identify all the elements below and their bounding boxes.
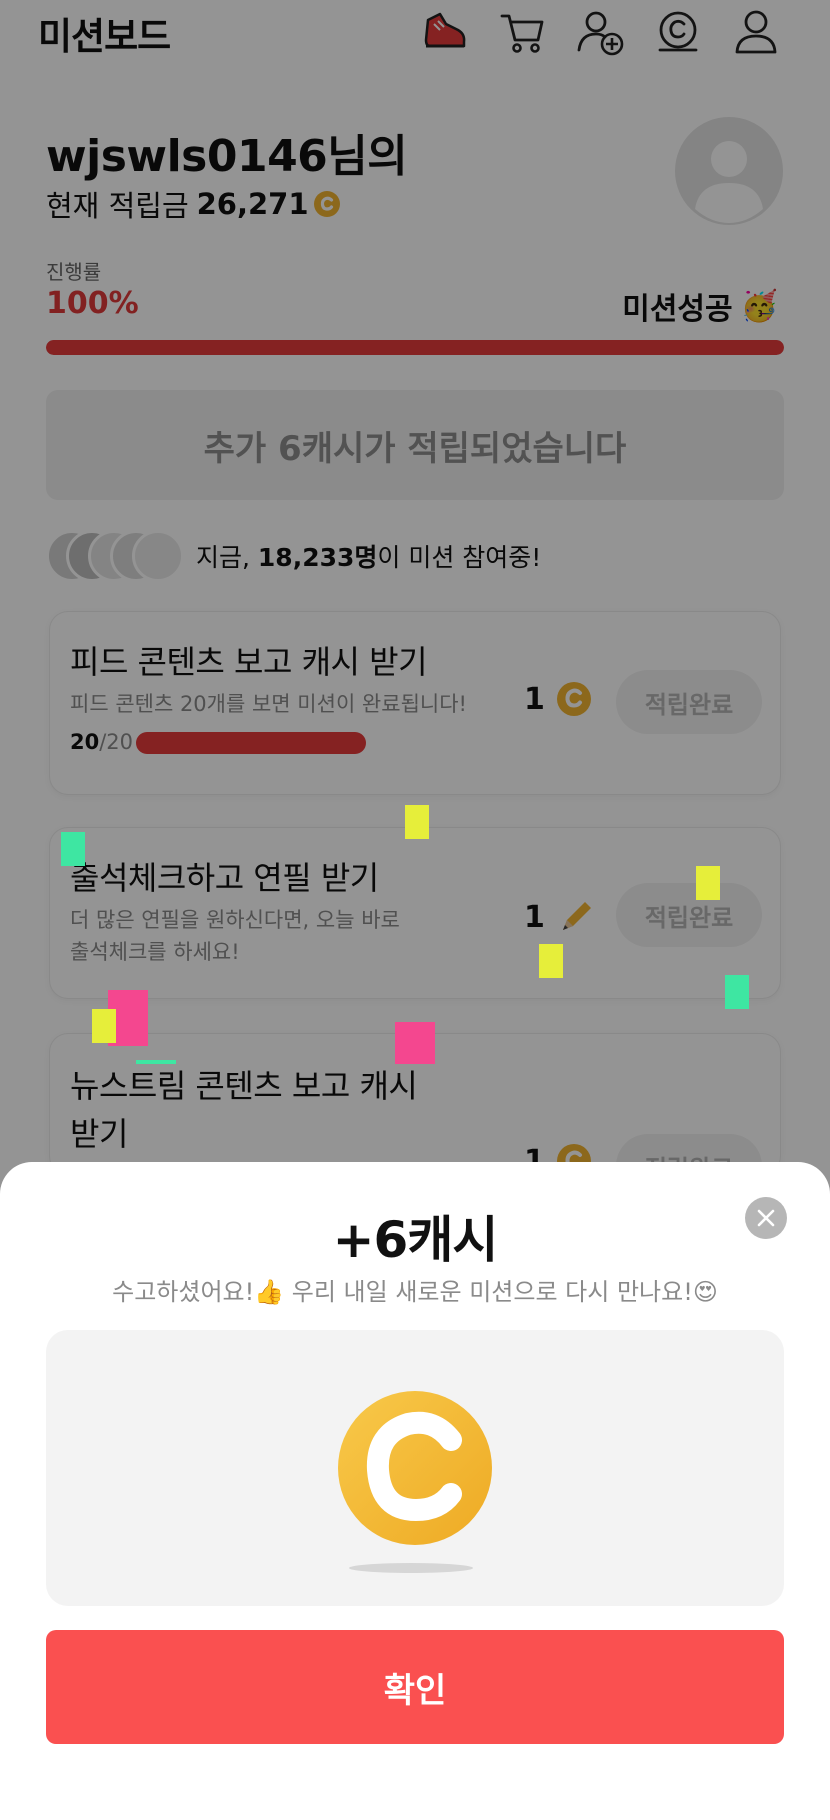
thumbs-up-emoji: 👍 bbox=[254, 1278, 285, 1306]
confetti-piece bbox=[136, 1060, 176, 1064]
modal-subtitle-part1: 수고하셨어요! bbox=[112, 1278, 255, 1306]
confetti-piece bbox=[61, 832, 85, 866]
confetti-piece bbox=[696, 866, 720, 900]
modal-title: +6캐시 bbox=[332, 1211, 499, 1269]
modal-subtitle: 수고하셨어요!👍 우리 내일 새로운 미션으로 다시 만나요!😍 bbox=[0, 1272, 830, 1307]
cash-coin-icon bbox=[338, 1391, 492, 1573]
confetti-piece bbox=[395, 1022, 435, 1064]
confetti-piece bbox=[725, 975, 749, 1009]
confetti-piece bbox=[539, 944, 563, 978]
heart-eyes-emoji: 😍 bbox=[692, 1278, 718, 1306]
confirm-button[interactable]: 확인 bbox=[46, 1630, 784, 1744]
modal-subtitle-part2: 우리 내일 새로운 미션으로 다시 만나요! bbox=[284, 1278, 693, 1306]
confetti-piece bbox=[92, 1009, 116, 1043]
mission-board-page: 미션보드 wjswls0146님의 현재 적립금 26,271 진행률 100%… bbox=[0, 0, 830, 1820]
confetti-piece bbox=[405, 805, 429, 839]
coin-illustration-box bbox=[46, 1330, 784, 1606]
